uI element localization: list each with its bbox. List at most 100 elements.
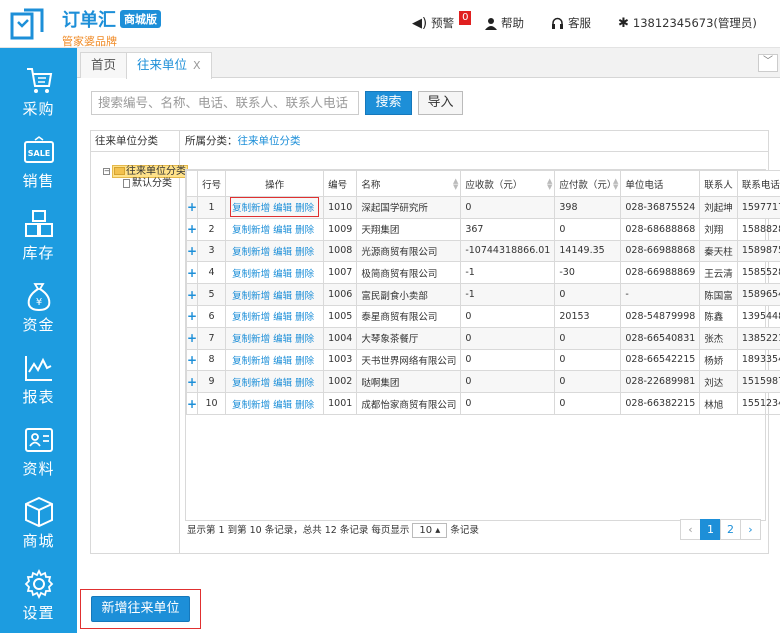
tab-partners[interactable]: 往来单位 X: [126, 52, 212, 79]
expand-row-icon[interactable]: +: [185, 217, 199, 241]
cell-contact: 刘起坤: [699, 196, 738, 219]
cell-receivable: 367: [460, 217, 556, 241]
next-page-button[interactable]: ›: [740, 519, 761, 540]
cell-mobile: 15159872213: [736, 370, 780, 394]
copy-add-link[interactable]: 复制新增: [232, 203, 270, 214]
col-code: 编号: [323, 170, 358, 197]
tab-close-icon[interactable]: X: [193, 59, 201, 72]
cell-code: 1006: [323, 283, 358, 306]
sidebar: 采购 SALE 销售 库存 ¥ 资金 报表 资料 商城 设置: [0, 48, 77, 633]
sidebar-item-profiles[interactable]: 资料: [0, 424, 77, 479]
category-tree: − 往来单位分类 默认分类: [91, 152, 188, 554]
help-link[interactable]: 帮助: [485, 15, 524, 31]
edit-link[interactable]: 编辑: [273, 334, 292, 345]
tree-header: 往来单位分类: [91, 131, 180, 152]
user-menu[interactable]: ✱ 13812345673(管理员): [618, 15, 757, 31]
category-breadcrumb: 所属分类：往来单位分类: [180, 131, 769, 152]
edit-link[interactable]: 编辑: [273, 378, 292, 389]
delete-link[interactable]: 删除: [295, 291, 314, 302]
delete-link[interactable]: 删除: [295, 400, 314, 411]
delete-link[interactable]: 删除: [295, 225, 314, 236]
edit-link[interactable]: 编辑: [273, 203, 292, 214]
col-name[interactable]: 名称 ▲ ▼: [356, 170, 462, 197]
sidebar-item-purchase[interactable]: 采购: [0, 64, 77, 119]
import-button[interactable]: 导入: [418, 91, 463, 115]
sidebar-item-funds[interactable]: ¥ 资金: [0, 280, 77, 335]
delete-link[interactable]: 删除: [295, 356, 314, 367]
warning-badge: 0: [459, 11, 472, 25]
sidebar-item-settings[interactable]: 设置: [0, 568, 77, 623]
edit-link[interactable]: 编辑: [273, 291, 292, 302]
edit-link[interactable]: 编辑: [273, 356, 292, 367]
copy-add-link[interactable]: 复制新增: [232, 356, 270, 367]
sidebar-item-inventory[interactable]: 库存: [0, 208, 77, 263]
collapse-tabs-button[interactable]: ﹀: [758, 54, 778, 72]
service-link[interactable]: 客服: [551, 15, 591, 31]
cell-mobile: 15977173177: [736, 196, 780, 219]
delete-link[interactable]: 删除: [295, 269, 314, 280]
expand-row-icon[interactable]: +: [185, 239, 199, 263]
copy-add-link[interactable]: 复制新增: [232, 312, 270, 323]
expand-row-icon[interactable]: +: [185, 392, 199, 415]
expand-row-icon[interactable]: +: [185, 304, 199, 328]
copy-add-link[interactable]: 复制新增: [232, 225, 270, 236]
delete-link[interactable]: 删除: [295, 334, 314, 345]
tree-node-default[interactable]: 默认分类: [123, 174, 172, 189]
copy-add-link[interactable]: 复制新增: [232, 269, 270, 280]
copy-add-link[interactable]: 复制新增: [232, 291, 270, 302]
sidebar-item-sales[interactable]: SALE 销售: [0, 136, 77, 191]
delete-link[interactable]: 删除: [295, 378, 314, 389]
search-button[interactable]: 搜索: [365, 91, 412, 115]
cell-ops: 复制新增 编辑 删除: [225, 196, 325, 219]
expand-row-icon[interactable]: +: [185, 326, 199, 350]
copy-add-link[interactable]: 复制新增: [232, 378, 270, 389]
tab-home[interactable]: 首页: [80, 52, 128, 78]
cell-payable: 0: [554, 392, 622, 415]
delete-link[interactable]: 删除: [295, 247, 314, 258]
chart-line-icon: [24, 356, 52, 381]
edit-link[interactable]: 编辑: [273, 269, 292, 280]
add-partner-button[interactable]: 新增往来单位: [91, 596, 190, 622]
cell-contact: 刘翔: [699, 217, 738, 241]
edit-link[interactable]: 编辑: [273, 225, 292, 236]
copy-add-link[interactable]: 复制新增: [232, 247, 270, 258]
cell-payable: 0: [554, 283, 622, 306]
expand-row-icon[interactable]: +: [185, 370, 199, 394]
cell-mobile: 15888286688: [736, 217, 780, 241]
table-row: +8 复制新增 编辑 删除 1003 天书世界网络有限公司 0 0 028-66542215 杨娇…: [185, 348, 780, 372]
collapse-icon[interactable]: −: [103, 167, 110, 175]
col-receivable[interactable]: 应收款（元） ▲ ▼: [460, 170, 556, 197]
cell-mobile: 15855289665: [736, 261, 780, 285]
delete-link[interactable]: 删除: [295, 203, 314, 214]
page-size-select[interactable]: 10 ▴: [412, 523, 448, 538]
service-label: 客服: [568, 16, 591, 30]
copy-add-link[interactable]: 复制新增: [232, 334, 270, 345]
page-1-button[interactable]: 1: [700, 519, 721, 540]
cell-phone: 028-66988869: [620, 261, 701, 285]
prev-page-button[interactable]: ‹: [680, 519, 701, 540]
expand-row-icon[interactable]: +: [185, 261, 199, 285]
sidebar-item-label: 报表: [22, 388, 55, 406]
expand-row-icon[interactable]: +: [185, 348, 199, 372]
cell-contact: 杨娇: [699, 348, 738, 372]
edit-link[interactable]: 编辑: [273, 247, 292, 258]
expand-row-icon[interactable]: +: [185, 283, 199, 306]
col-payable[interactable]: 应付款（元） ▲ ▼: [554, 170, 622, 197]
cell-row: 10: [197, 392, 227, 415]
cell-receivable: -1: [460, 283, 556, 306]
edit-link[interactable]: 编辑: [273, 312, 292, 323]
warning-link[interactable]: ◀) 预警 0: [412, 11, 472, 31]
expand-row-icon[interactable]: +: [185, 196, 199, 219]
pagination-info: 显示第 1 到第 10 条记录，总共 12 条记录 每页显示 10 ▴ 条记录: [187, 522, 479, 538]
sort-icon: ▲ ▼: [612, 177, 619, 191]
copy-add-link[interactable]: 复制新增: [232, 400, 270, 411]
sort-icon: ▲ ▼: [546, 177, 553, 191]
page-2-button[interactable]: 2: [720, 519, 741, 540]
cell-receivable: 0: [460, 348, 556, 372]
cell-receivable: 0: [460, 304, 556, 328]
sidebar-item-reports[interactable]: 报表: [0, 352, 77, 407]
edit-link[interactable]: 编辑: [273, 400, 292, 411]
delete-link[interactable]: 删除: [295, 312, 314, 323]
sidebar-item-mall[interactable]: 商城: [0, 496, 77, 551]
search-input[interactable]: 搜索编号、名称、电话、联系人、联系人电话: [91, 91, 359, 115]
